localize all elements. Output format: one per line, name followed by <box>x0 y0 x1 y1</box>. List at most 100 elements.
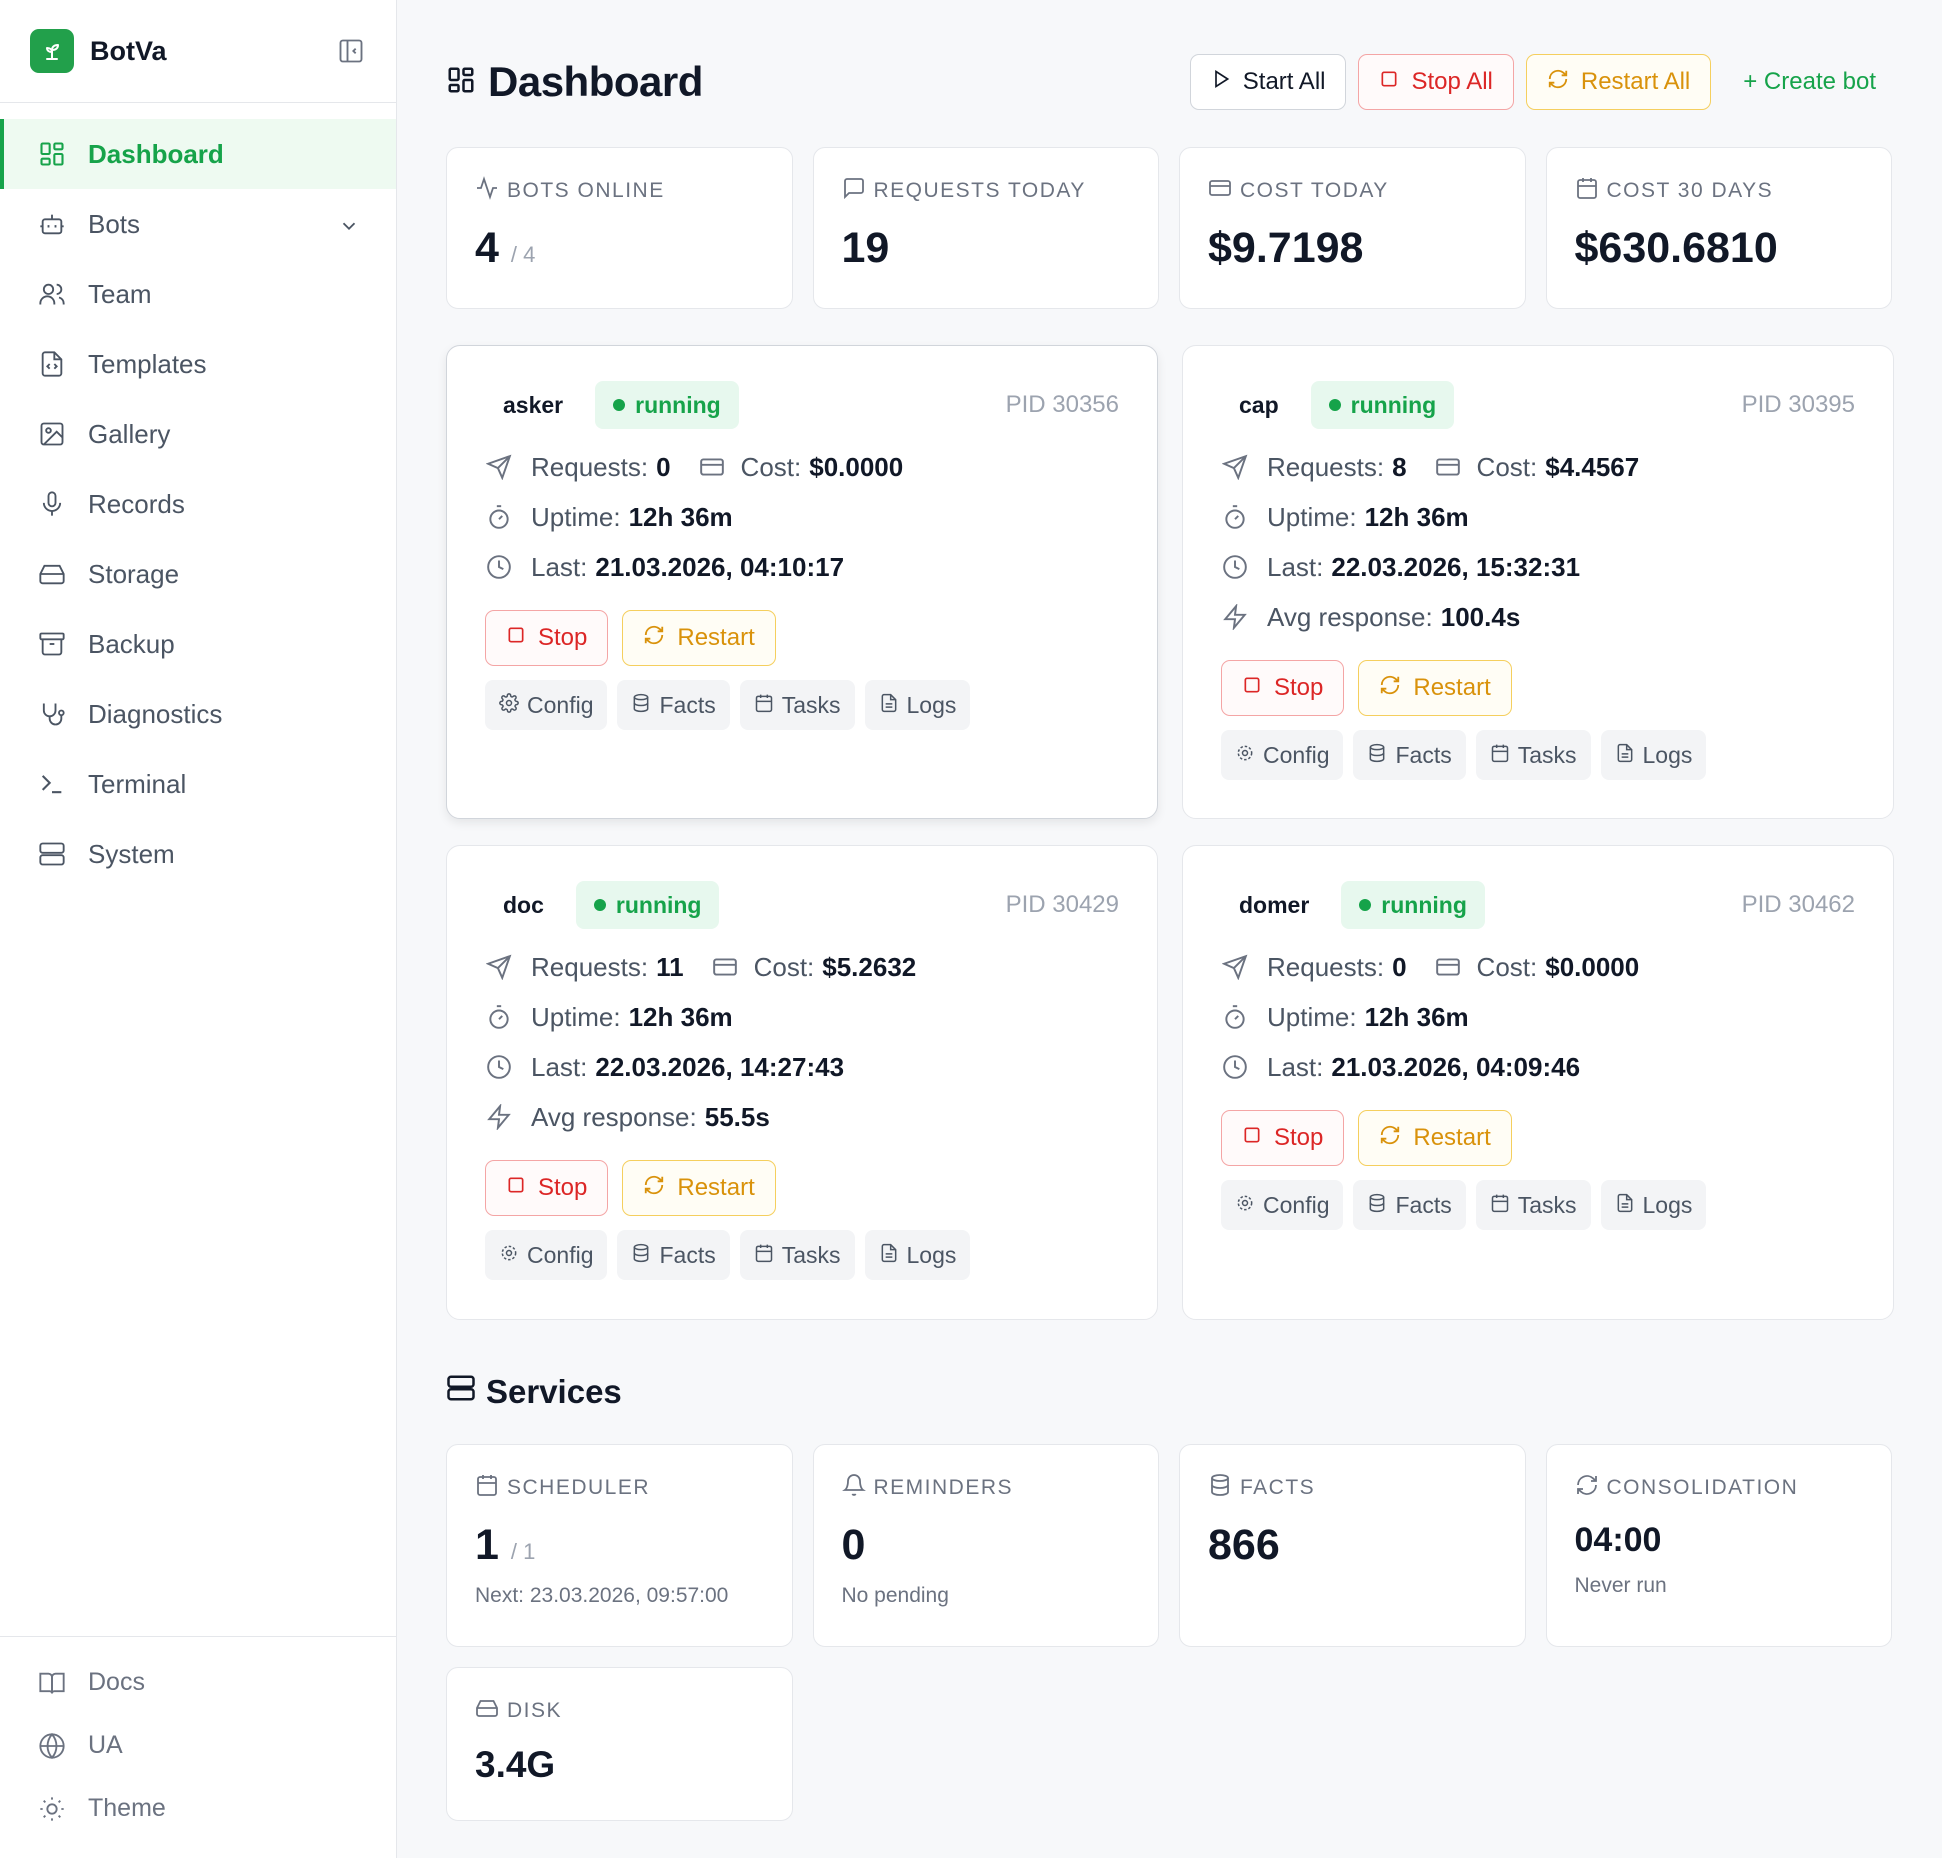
square-icon <box>506 624 526 652</box>
status-dot <box>593 899 606 911</box>
config-link[interactable]: Config <box>1221 1180 1344 1230</box>
calendar-icon <box>754 692 774 719</box>
stat-note: Next: 23.03.2026, 09:57:00 <box>475 1584 729 1607</box>
service-disk: DISK 3.4G <box>446 1667 793 1821</box>
bot-name: doc <box>503 891 544 918</box>
cost-value: $0.0000 <box>809 451 904 482</box>
config-label: Config <box>527 1241 594 1268</box>
config-link[interactable]: Config <box>485 680 608 730</box>
sidebar-item-storage[interactable]: Storage <box>0 539 396 609</box>
logs-link[interactable]: Logs <box>1600 1180 1707 1230</box>
logs-link[interactable]: Logs <box>864 1230 971 1280</box>
credit-card-icon <box>712 954 740 980</box>
stat-value: 04:00 <box>1574 1521 1662 1559</box>
sidebar-item-backup[interactable]: Backup <box>0 609 396 679</box>
timer-icon <box>1221 504 1249 530</box>
archive-icon <box>36 628 68 660</box>
restart-button[interactable]: Restart <box>622 1160 776 1216</box>
requests-value: 8 <box>1392 451 1407 482</box>
status-badge: running <box>575 881 720 929</box>
restart-all-button[interactable]: Restart All <box>1525 54 1712 110</box>
stat-label: DISK <box>507 1699 563 1722</box>
stop-button[interactable]: Stop <box>485 1160 609 1216</box>
uptime-value: 12h 36m <box>1364 501 1469 532</box>
stop-button[interactable]: Stop <box>485 610 609 666</box>
restart-button[interactable]: Restart <box>1358 1110 1512 1166</box>
tasks-link[interactable]: Tasks <box>739 680 855 730</box>
stat-total: / 1 <box>510 1539 536 1564</box>
last-label: Last: <box>531 1051 588 1082</box>
facts-link[interactable]: Facts <box>1353 730 1466 780</box>
timer-icon <box>485 1004 513 1030</box>
start-all-button[interactable]: Start All <box>1189 54 1347 110</box>
config-link[interactable]: Config <box>1221 730 1344 780</box>
sidebar-item-gallery[interactable]: Gallery <box>0 399 396 469</box>
create-bot-button[interactable]: + Create bot <box>1723 54 1896 110</box>
play-icon <box>1211 68 1231 96</box>
tasks-link[interactable]: Tasks <box>1475 730 1591 780</box>
users-icon <box>36 278 68 310</box>
stop-all-label: Stop All <box>1411 68 1493 95</box>
stethoscope-icon <box>36 698 68 730</box>
bot-card: domer running PID 30462 Requests: 0 Cost:… <box>1182 845 1894 1320</box>
restart-button[interactable]: Restart <box>1358 660 1512 716</box>
facts-link[interactable]: Facts <box>1353 1180 1466 1230</box>
sidebar-item-label: Templates <box>88 348 207 379</box>
stat-bots-online: BOTS ONLINE 4 / 4 <box>446 147 793 309</box>
last-label: Last: <box>531 551 588 582</box>
sidebar-item-terminal[interactable]: Terminal <box>0 749 396 819</box>
restart-label: Restart <box>677 1174 755 1201</box>
file-text-icon <box>879 1242 899 1269</box>
stop-button[interactable]: Stop <box>1221 1110 1345 1166</box>
stat-value: 3.4G <box>475 1744 556 1785</box>
facts-link[interactable]: Facts <box>617 680 730 730</box>
services-heading: Services <box>446 1373 622 1411</box>
services-row: SCHEDULER 1 / 1 Next: 23.03.2026, 09:57:… <box>446 1444 1892 1647</box>
layout-grid-icon <box>446 65 476 100</box>
stat-label: COST TODAY <box>1240 179 1389 202</box>
logs-link[interactable]: Logs <box>1600 730 1707 780</box>
sidebar-item-label: Terminal <box>88 768 187 799</box>
bell-icon <box>841 1473 866 1503</box>
terminal-icon <box>36 768 68 800</box>
zap-icon <box>485 1104 513 1130</box>
sidebar-item-system[interactable]: System <box>0 819 396 889</box>
sidebar-item-diagnostics[interactable]: Diagnostics <box>0 679 396 749</box>
chevron-down-icon[interactable] <box>338 213 360 244</box>
clock-icon <box>485 1054 513 1080</box>
theme-toggle[interactable]: Theme <box>0 1777 396 1840</box>
collapse-sidebar-icon[interactable] <box>336 36 366 66</box>
sidebar-footer: Docs UA Theme <box>0 1636 396 1858</box>
tasks-link[interactable]: Tasks <box>739 1230 855 1280</box>
restart-button[interactable]: Restart <box>622 610 776 666</box>
mic-icon <box>36 488 68 520</box>
avg-response-value: 100.4s <box>1440 601 1521 632</box>
sidebar-item-team[interactable]: Team <box>0 259 396 329</box>
tasks-link[interactable]: Tasks <box>1475 1180 1591 1230</box>
config-link[interactable]: Config <box>485 1230 608 1280</box>
stat-value: 4 <box>475 224 499 272</box>
service-scheduler: SCHEDULER 1 / 1 Next: 23.03.2026, 09:57:… <box>446 1444 793 1647</box>
language-selector[interactable]: UA <box>0 1714 396 1777</box>
requests-label: Requests: <box>1267 451 1385 482</box>
facts-label: Facts <box>659 691 716 718</box>
sidebar-item-docs[interactable]: Docs <box>0 1651 396 1714</box>
status-badge: running <box>1310 381 1455 429</box>
refresh-icon <box>643 624 665 653</box>
sprout-logo-icon <box>30 29 74 73</box>
sidebar-item-dashboard[interactable]: Dashboard <box>0 119 396 189</box>
stop-all-button[interactable]: Stop All <box>1358 54 1514 110</box>
stat-note: Never run <box>1574 1574 1667 1597</box>
sidebar-item-records[interactable]: Records <box>0 469 396 539</box>
facts-label: Facts <box>1395 741 1452 768</box>
refresh-icon <box>643 1174 665 1203</box>
refresh-icon <box>1379 1124 1401 1153</box>
stat-total: / 4 <box>510 242 536 267</box>
facts-link[interactable]: Facts <box>617 1230 730 1280</box>
stop-button[interactable]: Stop <box>1221 660 1345 716</box>
logs-link[interactable]: Logs <box>864 680 971 730</box>
sidebar-item-templates[interactable]: Templates <box>0 329 396 399</box>
sidebar-item-label: Team <box>88 278 152 309</box>
bot-pid: PID 30462 <box>1741 891 1855 918</box>
sidebar-item-bots[interactable]: Bots <box>0 189 396 259</box>
